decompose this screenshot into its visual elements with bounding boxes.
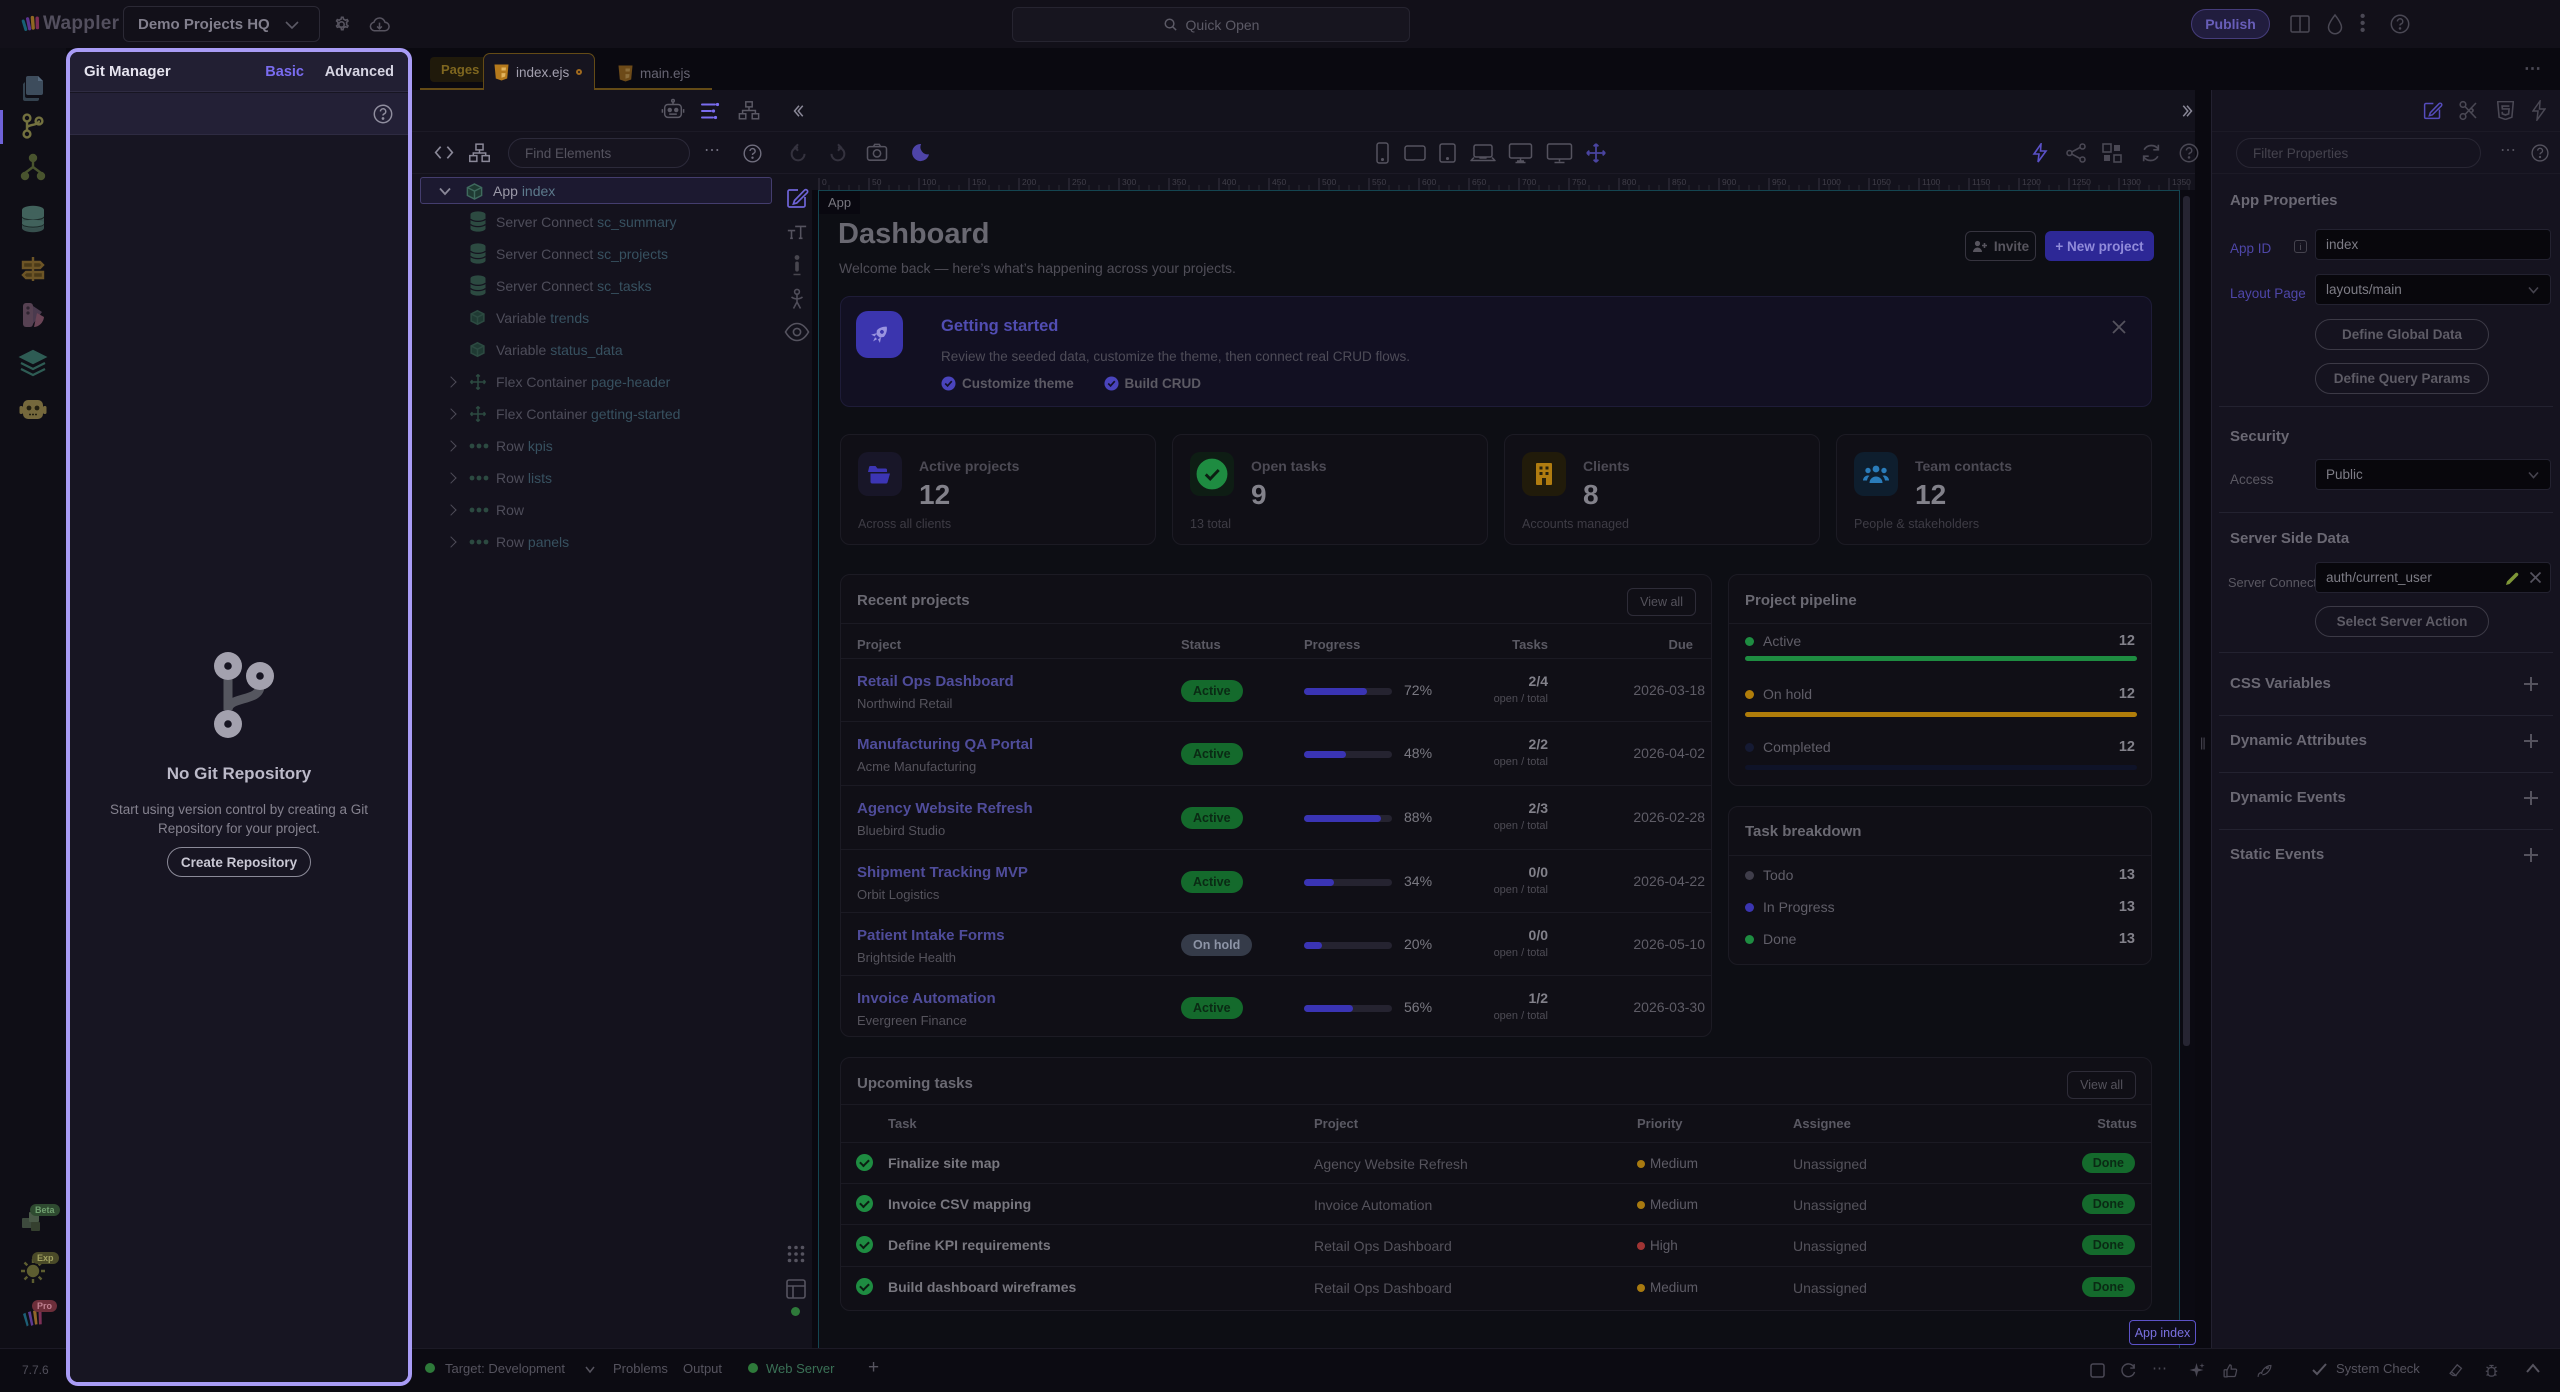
svg-text:1000: 1000 [1822,177,1841,187]
svg-text:1100: 1100 [1922,177,1941,187]
svg-text:50: 50 [872,177,882,187]
svg-text:1200: 1200 [2022,177,2041,187]
svg-text:0: 0 [822,177,827,187]
svg-text:1050: 1050 [1872,177,1891,187]
svg-text:1150: 1150 [1972,177,1991,187]
svg-text:1250: 1250 [2072,177,2091,187]
svg-text:1300: 1300 [2122,177,2141,187]
svg-text:1350: 1350 [2172,177,2191,187]
